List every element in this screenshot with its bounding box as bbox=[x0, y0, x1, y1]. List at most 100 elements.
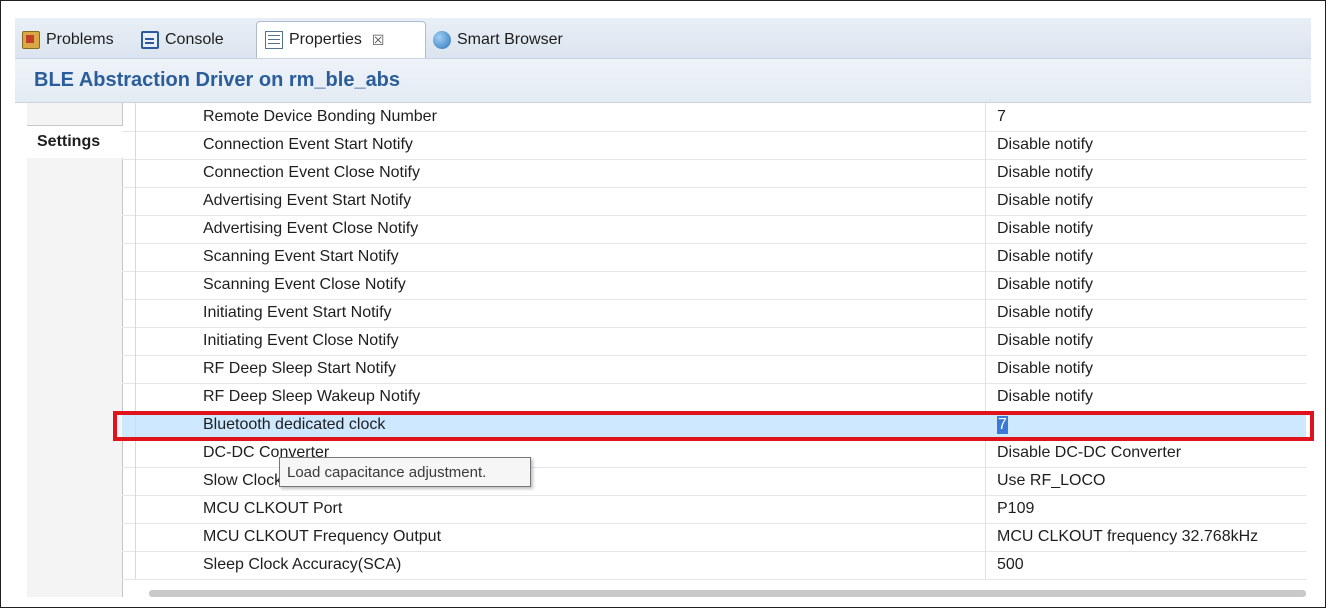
property-value[interactable]: P109 bbox=[997, 500, 1034, 518]
tab-settings-label: Settings bbox=[37, 133, 101, 150]
column-divider bbox=[985, 215, 986, 243]
smart-browser-icon bbox=[433, 31, 451, 49]
row-gutter bbox=[122, 495, 136, 523]
property-name: Initiating Event Close Notify bbox=[203, 332, 399, 349]
row-gutter bbox=[122, 299, 136, 327]
column-divider bbox=[985, 131, 986, 159]
row-gutter bbox=[122, 131, 136, 159]
column-divider bbox=[985, 495, 986, 523]
property-name: Advertising Event Start Notify bbox=[203, 192, 412, 209]
view-tab-bar: Problems Console Properties ☒ Smart Brow… bbox=[15, 18, 1311, 59]
close-icon[interactable]: ☒ bbox=[372, 32, 385, 49]
property-value[interactable]: Disable notify bbox=[997, 332, 1093, 350]
property-value[interactable]: Disable notify bbox=[997, 388, 1093, 406]
properties-header: BLE Abstraction Driver on rm_ble_abs bbox=[15, 59, 1311, 103]
property-value[interactable]: Disable notify bbox=[997, 192, 1093, 210]
property-name: Scanning Event Start Notify bbox=[203, 248, 399, 265]
tab-settings[interactable]: Settings bbox=[27, 126, 123, 158]
column-divider bbox=[985, 243, 986, 271]
property-value[interactable]: Disable notify bbox=[997, 164, 1093, 182]
table-row[interactable]: Connection Event Start Notify Disable not… bbox=[122, 131, 1306, 160]
table-row[interactable]: Advertising Event Close Notify Disable no… bbox=[122, 215, 1306, 244]
property-value[interactable]: Disable notify bbox=[997, 220, 1093, 238]
column-divider bbox=[985, 439, 986, 467]
row-gutter bbox=[122, 523, 136, 551]
row-gutter bbox=[122, 439, 136, 467]
row-gutter bbox=[122, 467, 136, 495]
column-divider bbox=[985, 467, 986, 495]
horizontal-scrollbar[interactable] bbox=[149, 590, 1306, 597]
property-value[interactable]: Disable notify bbox=[997, 360, 1093, 378]
table-row[interactable]: Advertising Event Start Notify Disable no… bbox=[122, 187, 1306, 216]
property-value[interactable]: Use RF_LOCO bbox=[997, 472, 1105, 490]
property-name: Connection Event Close Notify bbox=[203, 164, 420, 181]
left-tab-blank[interactable] bbox=[27, 103, 122, 126]
row-gutter bbox=[122, 215, 136, 243]
property-name: Connection Event Start Notify bbox=[203, 136, 413, 153]
row-gutter bbox=[122, 243, 136, 271]
tooltip-text: Load capacitance adjustment. bbox=[287, 463, 487, 481]
property-name: Advertising Event Close Notify bbox=[203, 220, 419, 237]
property-value[interactable]: Disable notify bbox=[997, 248, 1093, 266]
table-row[interactable]: RF Deep Sleep Start Notify Disable notify bbox=[122, 355, 1306, 384]
table-row[interactable]: Sleep Clock Accuracy(SCA) 500 bbox=[122, 551, 1306, 580]
column-divider bbox=[985, 551, 986, 579]
table-row[interactable]: Connection Event Close Notify Disable not… bbox=[122, 159, 1306, 188]
tab-properties-label: Properties bbox=[289, 31, 362, 48]
property-name: Remote Device Bonding Number bbox=[203, 108, 437, 125]
row-gutter bbox=[122, 103, 136, 131]
property-value[interactable]: 500 bbox=[997, 556, 1024, 574]
console-icon bbox=[141, 31, 159, 49]
column-divider bbox=[985, 383, 986, 411]
table-row[interactable]: Scanning Event Close Notify Disable notif… bbox=[122, 271, 1306, 300]
row-gutter bbox=[122, 383, 136, 411]
row-gutter bbox=[122, 187, 136, 215]
row-gutter bbox=[122, 327, 136, 355]
row-gutter bbox=[122, 159, 136, 187]
page-title: BLE Abstraction Driver on rm_ble_abs bbox=[34, 69, 401, 91]
table-row[interactable]: Initiating Event Start Notify Disable not… bbox=[122, 299, 1306, 328]
tab-smart-browser-label: Smart Browser bbox=[457, 31, 563, 48]
table-row[interactable]: RF Deep Sleep Wakeup Notify Disable notif… bbox=[122, 383, 1306, 412]
row-gutter bbox=[122, 355, 136, 383]
column-divider bbox=[985, 103, 986, 131]
left-tab-panel bbox=[27, 103, 123, 597]
tab-problems-label: Problems bbox=[46, 31, 114, 48]
highlight-box bbox=[113, 411, 1314, 441]
column-divider bbox=[985, 159, 986, 187]
property-value[interactable]: Disable notify bbox=[997, 276, 1093, 294]
row-gutter bbox=[122, 271, 136, 299]
properties-icon bbox=[265, 31, 283, 49]
property-table: Remote Device Bonding Number 7 Connection… bbox=[122, 103, 1306, 586]
property-value[interactable]: 7 bbox=[997, 108, 1006, 126]
property-value[interactable]: Disable notify bbox=[997, 136, 1093, 154]
property-name: RF Deep Sleep Start Notify bbox=[203, 360, 396, 377]
tooltip: Load capacitance adjustment. bbox=[279, 457, 531, 487]
property-name: MCU CLKOUT Frequency Output bbox=[203, 528, 442, 545]
column-divider bbox=[985, 355, 986, 383]
tab-problems[interactable]: Problems bbox=[22, 25, 114, 55]
property-name: Initiating Event Start Notify bbox=[203, 304, 392, 321]
row-gutter bbox=[122, 551, 136, 579]
table-row[interactable]: Initiating Event Close Notify Disable not… bbox=[122, 327, 1306, 356]
property-value[interactable]: Disable DC-DC Converter bbox=[997, 444, 1181, 462]
table-row[interactable]: Scanning Event Start Notify Disable notif… bbox=[122, 243, 1306, 272]
problems-icon bbox=[22, 31, 40, 49]
tab-console-label: Console bbox=[165, 31, 224, 48]
property-name: Sleep Clock Accuracy(SCA) bbox=[203, 556, 402, 573]
column-divider bbox=[985, 299, 986, 327]
tab-properties[interactable]: Properties ☒ bbox=[256, 21, 426, 58]
table-row[interactable]: Remote Device Bonding Number 7 bbox=[122, 103, 1306, 132]
table-row[interactable]: MCU CLKOUT Port P109 bbox=[122, 495, 1306, 524]
property-value[interactable]: Disable notify bbox=[997, 304, 1093, 322]
property-name: MCU CLKOUT Port bbox=[203, 500, 343, 517]
property-name: RF Deep Sleep Wakeup Notify bbox=[203, 388, 421, 405]
property-value[interactable]: MCU CLKOUT frequency 32.768kHz bbox=[997, 528, 1258, 546]
column-divider bbox=[985, 271, 986, 299]
column-divider bbox=[985, 187, 986, 215]
tab-smart-browser[interactable]: Smart Browser bbox=[433, 25, 563, 55]
tab-console[interactable]: Console bbox=[141, 25, 224, 55]
property-name: Scanning Event Close Notify bbox=[203, 276, 406, 293]
column-divider bbox=[985, 327, 986, 355]
table-row[interactable]: MCU CLKOUT Frequency Output MCU CLKOUT fr… bbox=[122, 523, 1306, 552]
